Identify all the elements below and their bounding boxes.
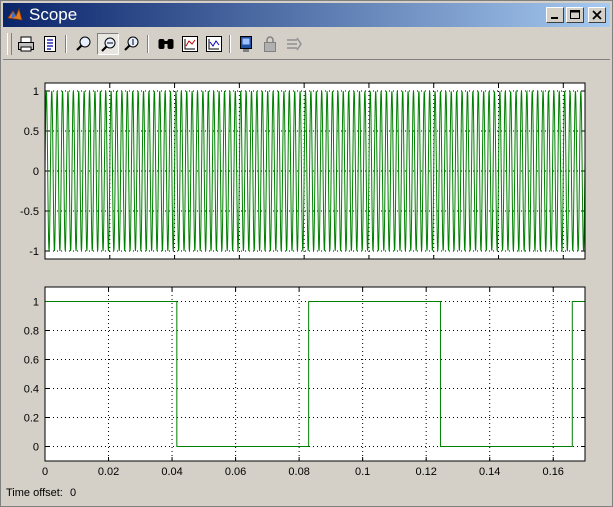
x-tick-label: 0.1 [355,466,370,478]
maximize-icon [570,10,580,19]
zoom-button[interactable] [73,33,95,55]
close-icon [592,10,602,20]
close-button[interactable] [588,7,606,23]
x-tick-label: 0.02 [98,466,119,478]
y-tick-label: 0.6 [24,355,39,367]
axes-background-2 [45,287,585,461]
toolbar-grip[interactable] [7,33,12,55]
y-tick-label: 0 [33,442,39,454]
binoculars-icon [158,39,174,49]
minimize-icon [551,17,558,19]
toolbar-separator [229,35,231,53]
toolbar-separator [147,35,149,53]
floating-scope-button[interactable] [235,33,257,55]
y-tick-label: 1 [33,86,39,98]
y-tick-label: 0 [33,166,39,178]
matlab-icon [7,7,23,21]
y-tick-label: 1 [33,297,39,309]
y-tick-label: 0.2 [24,413,39,425]
y-tick-label: 0.4 [24,384,39,396]
parameters-button[interactable] [39,33,61,55]
x-tick-label: 0.14 [479,466,500,478]
x-tick-label: 0 [42,466,48,478]
x-tick-label: 0.04 [161,466,182,478]
time-offset-value: 0 [70,487,77,499]
zoom-y-icon [124,36,139,51]
plot-area: 1 0.5 0 -0.5 -1 0 0.02 0.04 0.06 0.08 0.1 0.12 0.14 0… [1,61,612,481]
zoom-y-button[interactable] [121,33,143,55]
x-tick-label: 0.12 [415,466,436,478]
title-bar[interactable]: Scope [3,3,610,27]
save-axes-icon [182,36,198,52]
x-tick-label: 0.06 [225,466,246,478]
minimize-button[interactable] [546,7,564,23]
restore-axes-icon [206,36,222,52]
autoscale-button[interactable] [155,33,177,55]
y-tick-label: 0.5 [24,126,39,138]
zoom-x-icon [101,37,116,52]
zoom-x-button[interactable] [97,33,119,55]
scope-plots[interactable]: 1 0.5 0 -0.5 -1 0 0.02 0.04 0.06 0.08 0.1 0.12 0.14 0… [1,61,612,481]
lock-icon [264,36,276,52]
floating-scope-icon [240,36,252,52]
x-tick-label: 0.08 [288,466,309,478]
time-offset-label: Time offset: [6,487,63,499]
y-tick-label: -0.5 [20,206,39,218]
parameters-icon [44,36,56,52]
signal-selection-button[interactable] [283,33,305,55]
scope-window: Scope 1 0.5 0 -0.5 -1 0 0.02 0.04 0.06 0… [0,0,613,507]
y-tick-label: -1 [29,246,39,258]
maximize-button[interactable] [566,7,584,23]
y-tick-label: 0.8 [24,326,39,338]
save-axes-button[interactable] [179,33,201,55]
lock-axes-button[interactable] [259,33,281,55]
printer-icon [18,36,34,52]
toolbar-separator [65,35,67,53]
signal-selection-icon [287,37,302,51]
toolbar [3,29,610,60]
x-tick-label: 0.16 [543,466,564,478]
restore-axes-button[interactable] [203,33,225,55]
window-title: Scope [29,5,78,24]
zoom-icon [76,36,91,51]
print-button[interactable] [15,33,37,55]
